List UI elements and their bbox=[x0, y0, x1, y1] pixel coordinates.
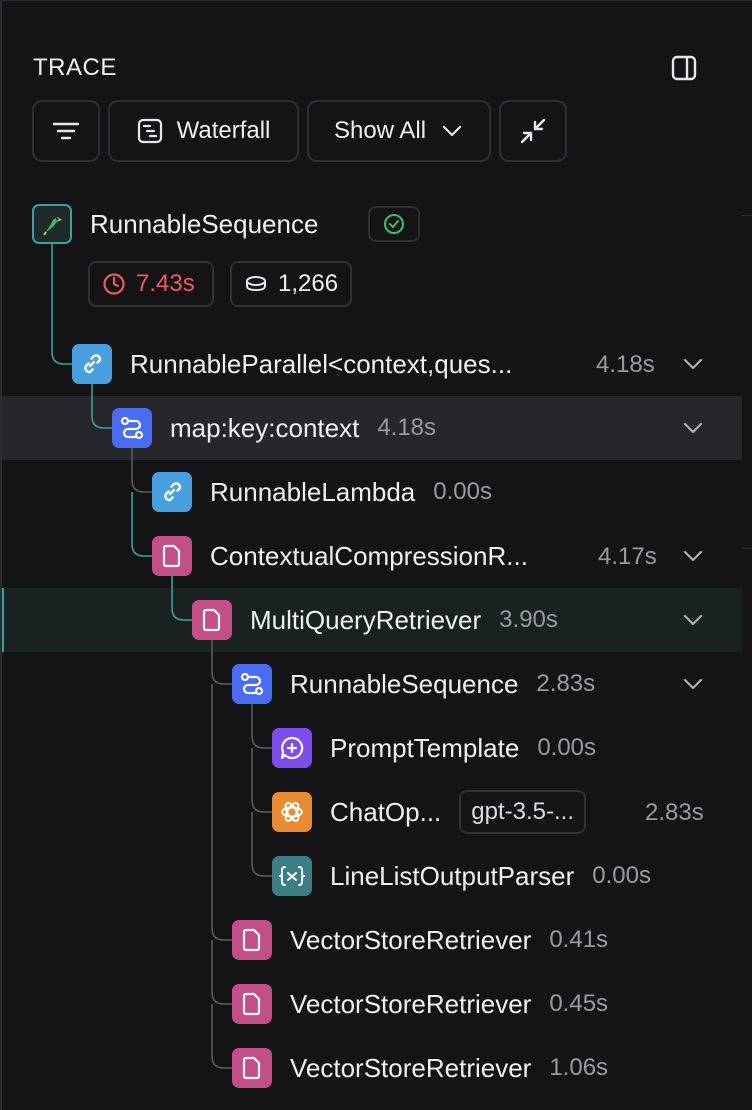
openai-icon bbox=[272, 792, 312, 832]
node-name: RunnableSequence bbox=[290, 668, 519, 699]
latency-badge: 7.43s bbox=[88, 261, 214, 307]
trace-node[interactable]: VectorStoreRetriever 0.45s bbox=[232, 984, 608, 1024]
clock-icon bbox=[103, 273, 125, 295]
trace-node[interactable]: LineListOutputParser 0.00s bbox=[272, 856, 651, 896]
node-time: 2.83s bbox=[536, 670, 596, 697]
coins-icon bbox=[246, 276, 266, 292]
node-time: 3.90s bbox=[499, 606, 558, 633]
trace-node[interactable]: MultiQueryRetriever 3.90s bbox=[192, 600, 558, 640]
node-time: 0.45s bbox=[549, 990, 609, 1017]
check-circle-icon bbox=[384, 214, 404, 234]
status-badge bbox=[368, 206, 420, 242]
latency-value: 7.43s bbox=[136, 270, 195, 297]
document-icon bbox=[192, 600, 232, 640]
node-time: 0.00s bbox=[537, 734, 597, 761]
node-name: RunnableLambda bbox=[210, 476, 416, 507]
trace-node[interactable]: VectorStoreRetriever 0.41s bbox=[232, 920, 608, 960]
chevron-down-icon[interactable] bbox=[681, 544, 705, 568]
document-icon bbox=[232, 984, 272, 1024]
document-icon bbox=[232, 1048, 272, 1088]
model-badge: gpt-3.5-... bbox=[459, 790, 586, 834]
node-time: 4.18s bbox=[596, 351, 655, 378]
node-name: RunnableParallel<context,ques... bbox=[130, 348, 513, 379]
node-time: 0.41s bbox=[549, 926, 609, 953]
node-name: RunnableSequence bbox=[90, 208, 319, 239]
node-time: 1.06s bbox=[549, 1054, 609, 1081]
node-name: LineListOutputParser bbox=[330, 860, 575, 891]
token-badge: 1,266 bbox=[230, 261, 352, 307]
route-icon bbox=[232, 664, 272, 704]
node-time: 4.18s bbox=[377, 414, 437, 441]
node-time: 0.00s bbox=[433, 478, 492, 505]
trace-node[interactable]: ContextualCompressionR... bbox=[152, 536, 528, 576]
trace-node[interactable]: RunnableParallel<context,ques... bbox=[72, 344, 512, 384]
node-time: 2.83s bbox=[645, 799, 704, 826]
trace-node[interactable]: map:key:context 4.18s bbox=[112, 408, 436, 448]
trace-node[interactable]: ChatOp... gpt-3.5-... bbox=[272, 790, 586, 834]
variable-icon bbox=[272, 856, 312, 896]
trace-node[interactable]: RunnableSequence 2.83s bbox=[232, 664, 595, 704]
trace-node[interactable]: PromptTemplate 0.00s bbox=[272, 728, 596, 768]
link-icon bbox=[72, 344, 112, 384]
trace-node[interactable]: RunnableLambda 0.00s bbox=[152, 472, 492, 512]
parrot-icon bbox=[32, 204, 72, 244]
node-name: map:key:context bbox=[170, 412, 360, 443]
chevron-down-icon[interactable] bbox=[681, 608, 705, 632]
document-icon bbox=[152, 536, 192, 576]
chevron-down-icon[interactable] bbox=[681, 672, 705, 696]
link-icon bbox=[152, 472, 192, 512]
document-icon bbox=[232, 920, 272, 960]
node-name: ContextualCompressionR... bbox=[210, 540, 528, 571]
node-name: PromptTemplate bbox=[330, 732, 520, 763]
node-name: VectorStoreRetriever bbox=[290, 924, 532, 955]
chevron-down-icon[interactable] bbox=[681, 416, 705, 440]
trace-node[interactable]: VectorStoreRetriever 1.06s bbox=[232, 1048, 608, 1088]
node-name: VectorStoreRetriever bbox=[290, 988, 532, 1019]
chevron-down-icon[interactable] bbox=[681, 352, 705, 376]
trace-node-root[interactable]: RunnableSequence bbox=[32, 204, 318, 244]
node-time: 0.00s bbox=[592, 862, 651, 889]
token-count: 1,266 bbox=[278, 270, 339, 297]
node-name: MultiQueryRetriever bbox=[250, 604, 482, 635]
node-name: VectorStoreRetriever bbox=[290, 1052, 532, 1083]
node-time: 4.17s bbox=[598, 543, 657, 570]
route-icon bbox=[112, 408, 152, 448]
node-name: ChatOp... bbox=[330, 796, 442, 827]
chat-plus-icon bbox=[272, 728, 312, 768]
